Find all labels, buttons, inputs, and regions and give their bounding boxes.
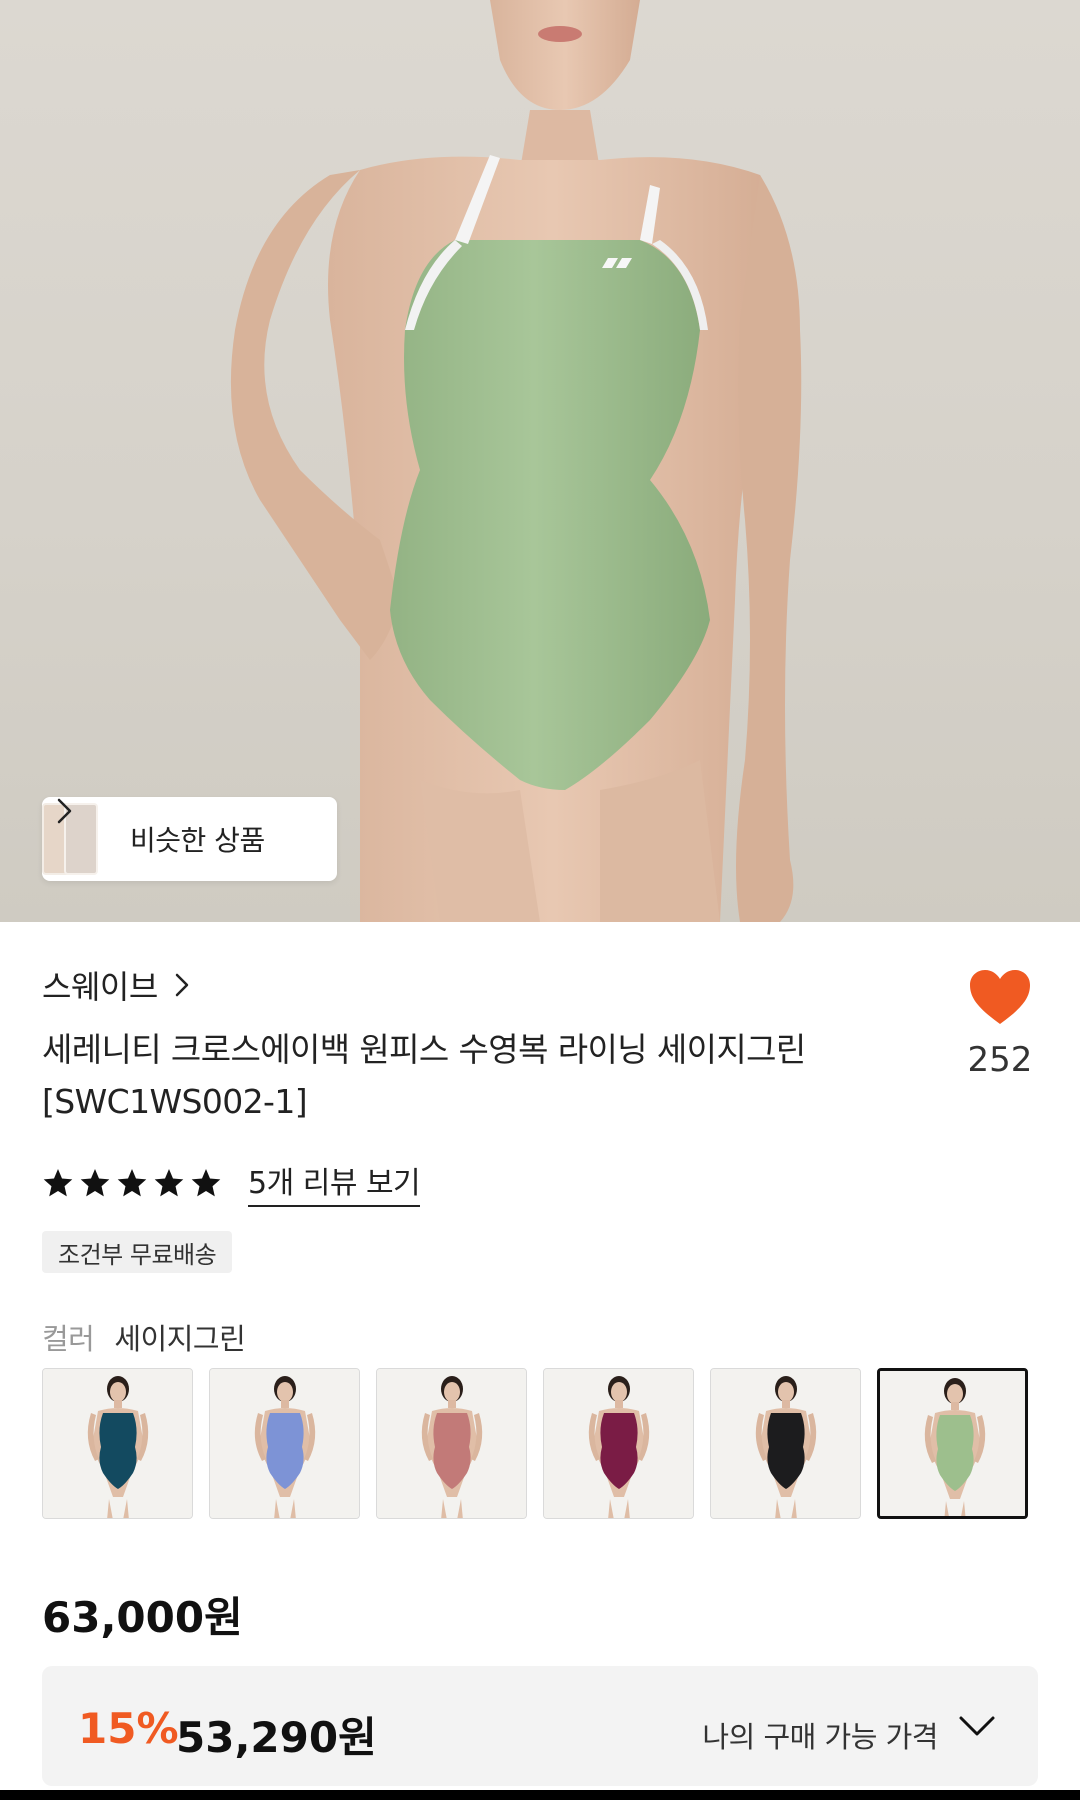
star-icon (43, 1168, 73, 1196)
product-hero-image[interactable]: 비슷한 상품 (0, 0, 1080, 922)
star-rating (42, 1167, 222, 1199)
discount-rate: 15% (78, 1704, 179, 1753)
swatch-dusty-rose[interactable] (376, 1368, 527, 1519)
swatch-model-image (880, 1371, 1025, 1516)
star-icon (117, 1168, 147, 1196)
selected-color-value: 세이지그린 (114, 1322, 246, 1356)
color-label: 컬러 (42, 1322, 95, 1356)
star-icon (154, 1168, 184, 1196)
chevron-down-icon (959, 1716, 995, 1736)
swatch-sage-green[interactable] (877, 1368, 1028, 1519)
star-icon (191, 1168, 221, 1196)
shipping-badge: 조건부 무료배송 (42, 1231, 233, 1273)
color-swatch-list (42, 1368, 1028, 1519)
bottom-edge (0, 1790, 1080, 1800)
color-selection-row: 컬러 세이지그린 (42, 1316, 246, 1358)
swatch-model-image (544, 1369, 693, 1518)
swatch-model-image (43, 1369, 192, 1518)
swatch-black[interactable] (710, 1368, 861, 1519)
original-price: 63,000원 (42, 1593, 243, 1642)
like-count: 252 (967, 1040, 1033, 1080)
my-price-panel[interactable]: 15% 53,290원 나의 구매 가능 가격 (42, 1666, 1038, 1786)
swatch-teal[interactable] (42, 1368, 193, 1519)
sale-price: 53,290원 (176, 1713, 377, 1762)
product-title: 세레니티 크로스에이백 원피스 수영복 라이닝 세이지그린 [SWC1WS002… (42, 1030, 806, 1121)
star-icon (80, 1168, 110, 1196)
my-price-label: 나의 구매 가능 가격 (702, 1720, 938, 1754)
similar-products-label: 비슷한 상품 (130, 824, 265, 857)
swatch-model-image (711, 1369, 860, 1518)
model-photo (230, 0, 802, 922)
chevron-right-icon (57, 798, 72, 824)
brand-link[interactable]: 스웨이브 (42, 962, 190, 1008)
view-reviews-link[interactable]: 5개 리뷰 보기 (248, 1158, 421, 1207)
similar-products-button[interactable]: 비슷한 상품 (42, 797, 337, 881)
swatch-model-image (210, 1369, 359, 1518)
swatch-burgundy[interactable] (543, 1368, 694, 1519)
chevron-right-icon (175, 973, 189, 997)
like-button[interactable]: 252 (960, 968, 1040, 1080)
brand-name: 스웨이브 (42, 968, 158, 1006)
rating-row: 5개 리뷰 보기 (42, 1158, 421, 1207)
heart-icon (970, 970, 1030, 1024)
swatch-periwinkle[interactable] (209, 1368, 360, 1519)
swatch-model-image (377, 1369, 526, 1518)
